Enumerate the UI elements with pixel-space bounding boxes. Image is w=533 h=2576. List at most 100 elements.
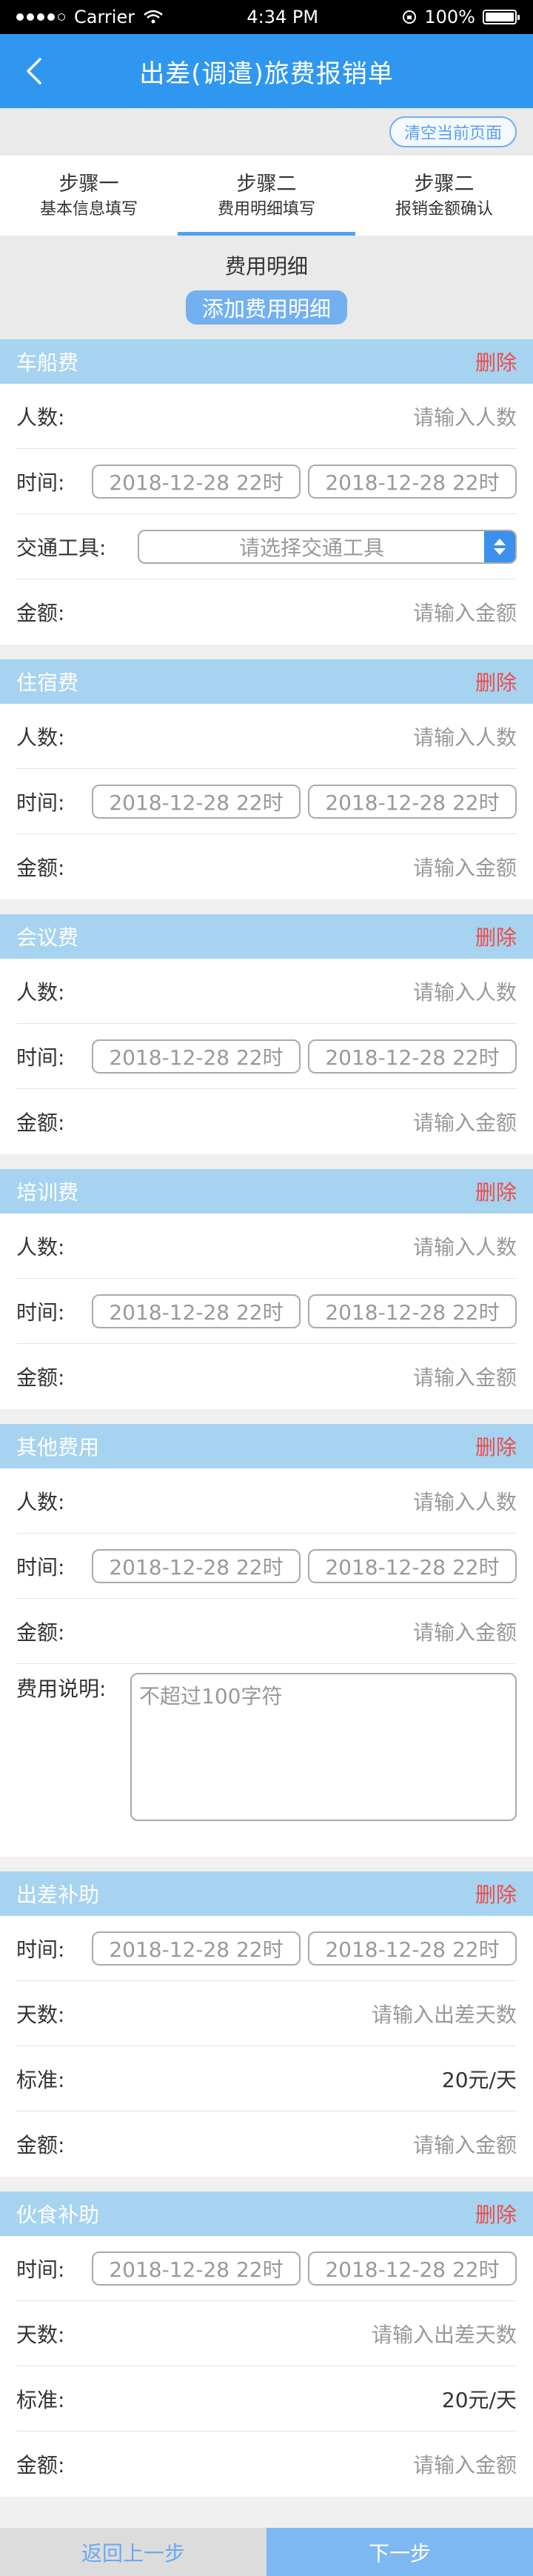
people-label: 人数: [16, 725, 65, 750]
detail-title: 费用明细 [224, 254, 308, 279]
delete-button[interactable]: 删除 [475, 1176, 517, 1206]
step-1-tab[interactable]: 步骤一 基本信息填写 [0, 156, 178, 236]
step-3-tab[interactable]: 步骤二 报销金额确认 [355, 156, 533, 236]
section-header: 住宿费 删除 [0, 659, 533, 704]
nav-bar: 出差(调遣)旅费报销单 [0, 34, 533, 108]
people-row: 人数: 请输入人数 [16, 1214, 517, 1279]
end-date-picker[interactable]: 2018-12-28 22时 [308, 464, 517, 499]
time-row: 时间: 2018-12-28 22时 2018-12-28 22时 [16, 1916, 517, 1981]
delete-button[interactable]: 删除 [475, 1879, 517, 1908]
amount-input[interactable]: 请输入金额 [413, 2129, 517, 2159]
end-date-picker[interactable]: 2018-12-28 22时 [308, 1039, 517, 1074]
days-row: 天数: 请输入出差天数 [16, 2301, 517, 2366]
amount-label: 金额: [16, 1620, 65, 1645]
start-date-picker[interactable]: 2018-12-28 22时 [92, 464, 301, 499]
select-arrows-icon [484, 530, 515, 562]
section-title: 其他费用 [16, 1435, 100, 1460]
start-date-picker[interactable]: 2018-12-28 22时 [92, 1039, 301, 1074]
vehicle-label: 交通工具: [16, 535, 107, 560]
clear-bar: 清空当前页面 [0, 108, 533, 156]
delete-button[interactable]: 删除 [475, 667, 517, 696]
time-label: 时间: [16, 1554, 65, 1580]
add-detail-button[interactable]: 添加费用明细 [185, 290, 347, 325]
standard-value: 20元/天 [441, 2387, 517, 2412]
section-title: 车船费 [16, 350, 79, 375]
section-title: 会议费 [16, 925, 79, 950]
end-date-picker[interactable]: 2018-12-28 22时 [308, 1548, 517, 1583]
delete-button[interactable]: 删除 [475, 922, 517, 951]
people-label: 人数: [16, 979, 65, 1005]
section-meal-allowance: 伙食补助 删除 时间: 2018-12-28 22时 2018-12-28 22… [0, 2191, 533, 2497]
section-transport: 车船费 删除 人数: 请输入人数 时间: 2018-12-28 22时 2018… [0, 339, 533, 645]
end-date-picker[interactable]: 2018-12-28 22时 [308, 784, 517, 819]
amount-label: 金额: [16, 2133, 65, 2157]
prev-step-button[interactable]: 返回上一步 [0, 2528, 266, 2576]
people-input[interactable]: 请输入人数 [413, 1231, 517, 1261]
end-date-picker[interactable]: 2018-12-28 22时 [308, 2251, 517, 2286]
start-date-picker[interactable]: 2018-12-28 22时 [92, 1931, 301, 1966]
time-label: 时间: [16, 1299, 65, 1325]
next-step-button[interactable]: 下一步 [266, 2528, 533, 2576]
section-other: 其他费用 删除 人数: 请输入人数 时间: 2018-12-28 22时 201… [0, 1424, 533, 1857]
people-input[interactable]: 请输入人数 [413, 1486, 517, 1516]
status-bar: Carrier 4:34 PM 100% [0, 0, 533, 34]
amount-row: 金额: 请输入金额 [16, 1344, 517, 1409]
amount-input[interactable]: 请输入金额 [413, 2449, 517, 2479]
amount-input[interactable]: 请输入金额 [413, 1617, 517, 1646]
section-header: 其他费用 删除 [0, 1424, 533, 1468]
standard-label: 标准: [16, 2067, 65, 2092]
days-row: 天数: 请输入出差天数 [16, 1981, 517, 2046]
start-date-picker[interactable]: 2018-12-28 22时 [92, 1294, 301, 1328]
people-label: 人数: [16, 405, 65, 430]
amount-row: 金额: 请输入金额 [16, 834, 517, 899]
delete-button[interactable]: 删除 [475, 347, 517, 376]
step-tabs: 步骤一 基本信息填写 步骤二 费用明细填写 步骤二 报销金额确认 [0, 156, 533, 236]
people-input[interactable]: 请输入人数 [413, 722, 517, 751]
battery-percent: 100% [424, 7, 475, 27]
detail-header: 费用明细 添加费用明细 [0, 236, 533, 339]
vehicle-select[interactable]: 请选择交通工具 [138, 529, 517, 564]
people-input[interactable]: 请输入人数 [413, 976, 517, 1006]
amount-row: 金额: 请输入金额 [16, 1599, 517, 1664]
section-travel-allowance: 出差补助 删除 时间: 2018-12-28 22时 2018-12-28 22… [0, 1871, 533, 2177]
start-date-picker[interactable]: 2018-12-28 22时 [92, 784, 301, 819]
days-input[interactable]: 请输入出差天数 [372, 2319, 517, 2349]
section-lodging: 住宿费 删除 人数: 请输入人数 时间: 2018-12-28 22时 2018… [0, 659, 533, 899]
amount-input[interactable]: 请输入金额 [413, 1107, 517, 1136]
start-date-picker[interactable]: 2018-12-28 22时 [92, 1548, 301, 1583]
amount-input[interactable]: 请输入金额 [413, 597, 517, 627]
section-title: 出差补助 [16, 1883, 100, 1907]
end-date-picker[interactable]: 2018-12-28 22时 [308, 1294, 517, 1328]
back-arrow-icon[interactable] [21, 56, 50, 86]
delete-button[interactable]: 删除 [475, 2199, 517, 2229]
carrier-label: Carrier [74, 7, 135, 27]
amount-input[interactable]: 请输入金额 [413, 852, 517, 882]
people-input[interactable]: 请输入人数 [413, 402, 517, 431]
time-label: 时间: [16, 1045, 65, 1070]
standard-value: 20元/天 [441, 2067, 517, 2092]
end-date-picker[interactable]: 2018-12-28 22时 [308, 1931, 517, 1966]
orientation-lock-icon [403, 10, 417, 24]
standard-label: 标准: [16, 2387, 65, 2412]
amount-input[interactable]: 请输入金额 [413, 1362, 517, 1391]
delete-button[interactable]: 删除 [475, 1431, 517, 1461]
vehicle-select-placeholder: 请选择交通工具 [238, 535, 384, 560]
days-label: 天数: [16, 2002, 65, 2027]
step-2-tab[interactable]: 步骤二 费用明细填写 [178, 156, 355, 236]
section-title: 伙食补助 [16, 2203, 100, 2227]
people-row: 人数: 请输入人数 [16, 1468, 517, 1534]
days-input[interactable]: 请输入出差天数 [372, 1999, 517, 2028]
vehicle-row: 交通工具: 请选择交通工具 [16, 514, 517, 579]
section-header: 会议费 删除 [0, 914, 533, 959]
start-date-picker[interactable]: 2018-12-28 22时 [92, 2251, 301, 2286]
clear-page-button[interactable]: 清空当前页面 [389, 116, 517, 147]
amount-label: 金额: [16, 856, 65, 880]
amount-row: 金额: 请输入金额 [16, 579, 517, 645]
days-label: 天数: [16, 2322, 65, 2347]
amount-row: 金额: 请输入金额 [16, 2111, 517, 2177]
step-title: 步骤一 [58, 173, 119, 196]
standard-row: 标准: 20元/天 [16, 2366, 517, 2432]
time-label: 时间: [16, 2257, 65, 2282]
time-label: 时间: [16, 470, 65, 495]
note-textarea[interactable]: 不超过100字符 [130, 1673, 517, 1821]
